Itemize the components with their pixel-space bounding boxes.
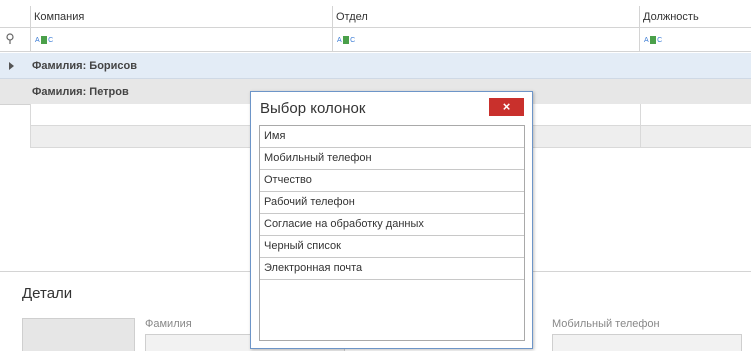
column-header-company[interactable]: Компания <box>30 6 332 28</box>
column-header-department[interactable]: Отдел <box>332 6 639 28</box>
filter-cell-department[interactable]: AC <box>332 28 639 52</box>
expand-chevron-icon[interactable] <box>9 62 14 70</box>
filter-pin-icon <box>6 33 14 44</box>
list-item-email[interactable]: Электронная почта <box>260 258 524 280</box>
group-row-label: Фамилия: Борисов <box>32 60 137 72</box>
dialog-title: Выбор колонок <box>260 100 366 117</box>
list-item-work-phone[interactable]: Рабочий телефон <box>260 192 524 214</box>
filter-row: AC AC AC <box>0 28 751 52</box>
column-chooser-dialog: Выбор колонок × Имя Мобильный телефон От… <box>250 91 533 349</box>
column-header-label: Отдел <box>336 11 368 23</box>
photo-placeholder[interactable] <box>22 318 135 351</box>
filter-cell-company[interactable]: AC <box>30 28 332 52</box>
list-item-name[interactable]: Имя <box>260 126 524 148</box>
list-item-data-consent[interactable]: Согласие на обработку данных <box>260 214 524 236</box>
list-item-mobile-phone[interactable]: Мобильный телефон <box>260 148 524 170</box>
grid-header: Компания Отдел Должность <box>0 6 751 28</box>
text-filter-icon: AC <box>35 36 54 44</box>
column-list[interactable]: Имя Мобильный телефон Отчество Рабочий т… <box>259 125 525 341</box>
list-item-blacklist[interactable]: Черный список <box>260 236 524 258</box>
cell-divider <box>640 104 641 126</box>
field-label-lastname: Фамилия <box>145 318 192 330</box>
column-header-position[interactable]: Должность <box>639 6 751 28</box>
text-filter-icon: AC <box>337 36 356 44</box>
field-label-mobile: Мобильный телефон <box>552 318 660 330</box>
list-item-patronymic[interactable]: Отчество <box>260 170 524 192</box>
cell-divider <box>640 126 641 148</box>
mobile-phone-field[interactable] <box>552 334 742 351</box>
filter-cell-position[interactable]: AC <box>639 28 751 52</box>
group-row-borisov[interactable]: Фамилия: Борисов <box>0 53 751 79</box>
column-header-label: Компания <box>34 11 85 23</box>
details-title: Детали <box>22 285 73 302</box>
group-row-label: Фамилия: Петров <box>32 86 129 98</box>
text-filter-icon: AC <box>644 36 663 44</box>
close-icon: × <box>502 99 511 114</box>
column-header-label: Должность <box>643 11 699 23</box>
close-button[interactable]: × <box>489 98 524 116</box>
